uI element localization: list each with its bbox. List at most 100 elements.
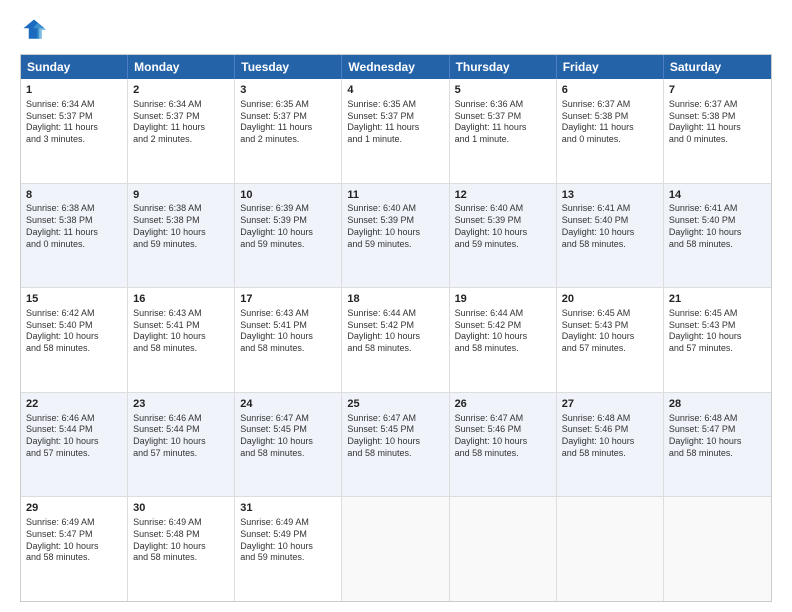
calendar-cell: 30Sunrise: 6:49 AM Sunset: 5:48 PM Dayli… [128, 497, 235, 601]
day-number: 11 [347, 188, 443, 203]
day-info: Sunrise: 6:44 AM Sunset: 5:42 PM Dayligh… [455, 308, 551, 355]
day-number: 26 [455, 397, 551, 412]
calendar-row-2: 8Sunrise: 6:38 AM Sunset: 5:38 PM Daylig… [21, 184, 771, 289]
calendar-cell: 25Sunrise: 6:47 AM Sunset: 5:45 PM Dayli… [342, 393, 449, 497]
day-info: Sunrise: 6:37 AM Sunset: 5:38 PM Dayligh… [562, 99, 658, 146]
day-number: 17 [240, 292, 336, 307]
day-info: Sunrise: 6:36 AM Sunset: 5:37 PM Dayligh… [455, 99, 551, 146]
calendar-cell: 24Sunrise: 6:47 AM Sunset: 5:45 PM Dayli… [235, 393, 342, 497]
day-number: 21 [669, 292, 766, 307]
day-number: 18 [347, 292, 443, 307]
calendar-row-4: 22Sunrise: 6:46 AM Sunset: 5:44 PM Dayli… [21, 393, 771, 498]
day-number: 28 [669, 397, 766, 412]
day-info: Sunrise: 6:41 AM Sunset: 5:40 PM Dayligh… [669, 203, 766, 250]
day-info: Sunrise: 6:34 AM Sunset: 5:37 PM Dayligh… [26, 99, 122, 146]
day-number: 5 [455, 83, 551, 98]
day-number: 6 [562, 83, 658, 98]
calendar-cell: 12Sunrise: 6:40 AM Sunset: 5:39 PM Dayli… [450, 184, 557, 288]
calendar-cell: 29Sunrise: 6:49 AM Sunset: 5:47 PM Dayli… [21, 497, 128, 601]
day-number: 22 [26, 397, 122, 412]
header-day-monday: Monday [128, 55, 235, 79]
calendar-cell: 28Sunrise: 6:48 AM Sunset: 5:47 PM Dayli… [664, 393, 771, 497]
day-number: 10 [240, 188, 336, 203]
calendar: SundayMondayTuesdayWednesdayThursdayFrid… [20, 54, 772, 602]
day-number: 29 [26, 501, 122, 516]
day-info: Sunrise: 6:42 AM Sunset: 5:40 PM Dayligh… [26, 308, 122, 355]
calendar-cell: 31Sunrise: 6:49 AM Sunset: 5:49 PM Dayli… [235, 497, 342, 601]
day-info: Sunrise: 6:47 AM Sunset: 5:45 PM Dayligh… [240, 413, 336, 460]
calendar-cell: 4Sunrise: 6:35 AM Sunset: 5:37 PM Daylig… [342, 79, 449, 183]
day-info: Sunrise: 6:40 AM Sunset: 5:39 PM Dayligh… [455, 203, 551, 250]
calendar-cell: 5Sunrise: 6:36 AM Sunset: 5:37 PM Daylig… [450, 79, 557, 183]
day-number: 3 [240, 83, 336, 98]
day-number: 31 [240, 501, 336, 516]
calendar-cell [664, 497, 771, 601]
calendar-body: 1Sunrise: 6:34 AM Sunset: 5:37 PM Daylig… [21, 79, 771, 601]
calendar-cell: 1Sunrise: 6:34 AM Sunset: 5:37 PM Daylig… [21, 79, 128, 183]
calendar-cell: 20Sunrise: 6:45 AM Sunset: 5:43 PM Dayli… [557, 288, 664, 392]
day-number: 9 [133, 188, 229, 203]
day-info: Sunrise: 6:35 AM Sunset: 5:37 PM Dayligh… [347, 99, 443, 146]
day-number: 8 [26, 188, 122, 203]
day-info: Sunrise: 6:47 AM Sunset: 5:45 PM Dayligh… [347, 413, 443, 460]
calendar-cell [342, 497, 449, 601]
calendar-cell: 13Sunrise: 6:41 AM Sunset: 5:40 PM Dayli… [557, 184, 664, 288]
calendar-cell: 7Sunrise: 6:37 AM Sunset: 5:38 PM Daylig… [664, 79, 771, 183]
day-info: Sunrise: 6:45 AM Sunset: 5:43 PM Dayligh… [669, 308, 766, 355]
day-info: Sunrise: 6:48 AM Sunset: 5:46 PM Dayligh… [562, 413, 658, 460]
day-number: 13 [562, 188, 658, 203]
day-info: Sunrise: 6:46 AM Sunset: 5:44 PM Dayligh… [26, 413, 122, 460]
header-day-friday: Friday [557, 55, 664, 79]
day-info: Sunrise: 6:49 AM Sunset: 5:48 PM Dayligh… [133, 517, 229, 564]
calendar-cell: 14Sunrise: 6:41 AM Sunset: 5:40 PM Dayli… [664, 184, 771, 288]
calendar-cell: 22Sunrise: 6:46 AM Sunset: 5:44 PM Dayli… [21, 393, 128, 497]
day-info: Sunrise: 6:37 AM Sunset: 5:38 PM Dayligh… [669, 99, 766, 146]
day-number: 2 [133, 83, 229, 98]
calendar-cell: 2Sunrise: 6:34 AM Sunset: 5:37 PM Daylig… [128, 79, 235, 183]
calendar-cell [450, 497, 557, 601]
calendar-cell: 16Sunrise: 6:43 AM Sunset: 5:41 PM Dayli… [128, 288, 235, 392]
logo [20, 16, 52, 44]
header-day-wednesday: Wednesday [342, 55, 449, 79]
day-info: Sunrise: 6:43 AM Sunset: 5:41 PM Dayligh… [240, 308, 336, 355]
day-number: 14 [669, 188, 766, 203]
calendar-cell: 18Sunrise: 6:44 AM Sunset: 5:42 PM Dayli… [342, 288, 449, 392]
calendar-cell: 9Sunrise: 6:38 AM Sunset: 5:38 PM Daylig… [128, 184, 235, 288]
calendar-cell: 3Sunrise: 6:35 AM Sunset: 5:37 PM Daylig… [235, 79, 342, 183]
calendar-row-5: 29Sunrise: 6:49 AM Sunset: 5:47 PM Dayli… [21, 497, 771, 601]
day-number: 12 [455, 188, 551, 203]
day-info: Sunrise: 6:46 AM Sunset: 5:44 PM Dayligh… [133, 413, 229, 460]
day-number: 30 [133, 501, 229, 516]
day-info: Sunrise: 6:44 AM Sunset: 5:42 PM Dayligh… [347, 308, 443, 355]
header-day-tuesday: Tuesday [235, 55, 342, 79]
calendar-cell: 11Sunrise: 6:40 AM Sunset: 5:39 PM Dayli… [342, 184, 449, 288]
day-number: 19 [455, 292, 551, 307]
calendar-cell [557, 497, 664, 601]
logo-icon [20, 16, 48, 44]
day-info: Sunrise: 6:41 AM Sunset: 5:40 PM Dayligh… [562, 203, 658, 250]
day-info: Sunrise: 6:35 AM Sunset: 5:37 PM Dayligh… [240, 99, 336, 146]
header-day-sunday: Sunday [21, 55, 128, 79]
day-info: Sunrise: 6:48 AM Sunset: 5:47 PM Dayligh… [669, 413, 766, 460]
calendar-cell: 17Sunrise: 6:43 AM Sunset: 5:41 PM Dayli… [235, 288, 342, 392]
calendar-cell: 15Sunrise: 6:42 AM Sunset: 5:40 PM Dayli… [21, 288, 128, 392]
day-number: 1 [26, 83, 122, 98]
day-number: 16 [133, 292, 229, 307]
calendar-cell: 26Sunrise: 6:47 AM Sunset: 5:46 PM Dayli… [450, 393, 557, 497]
header [20, 16, 772, 44]
day-number: 7 [669, 83, 766, 98]
day-info: Sunrise: 6:43 AM Sunset: 5:41 PM Dayligh… [133, 308, 229, 355]
calendar-cell: 8Sunrise: 6:38 AM Sunset: 5:38 PM Daylig… [21, 184, 128, 288]
day-info: Sunrise: 6:39 AM Sunset: 5:39 PM Dayligh… [240, 203, 336, 250]
day-number: 15 [26, 292, 122, 307]
day-info: Sunrise: 6:38 AM Sunset: 5:38 PM Dayligh… [26, 203, 122, 250]
day-info: Sunrise: 6:49 AM Sunset: 5:47 PM Dayligh… [26, 517, 122, 564]
day-number: 23 [133, 397, 229, 412]
day-number: 20 [562, 292, 658, 307]
day-number: 24 [240, 397, 336, 412]
header-day-saturday: Saturday [664, 55, 771, 79]
day-info: Sunrise: 6:45 AM Sunset: 5:43 PM Dayligh… [562, 308, 658, 355]
calendar-header: SundayMondayTuesdayWednesdayThursdayFrid… [21, 55, 771, 79]
calendar-row-3: 15Sunrise: 6:42 AM Sunset: 5:40 PM Dayli… [21, 288, 771, 393]
calendar-cell: 27Sunrise: 6:48 AM Sunset: 5:46 PM Dayli… [557, 393, 664, 497]
